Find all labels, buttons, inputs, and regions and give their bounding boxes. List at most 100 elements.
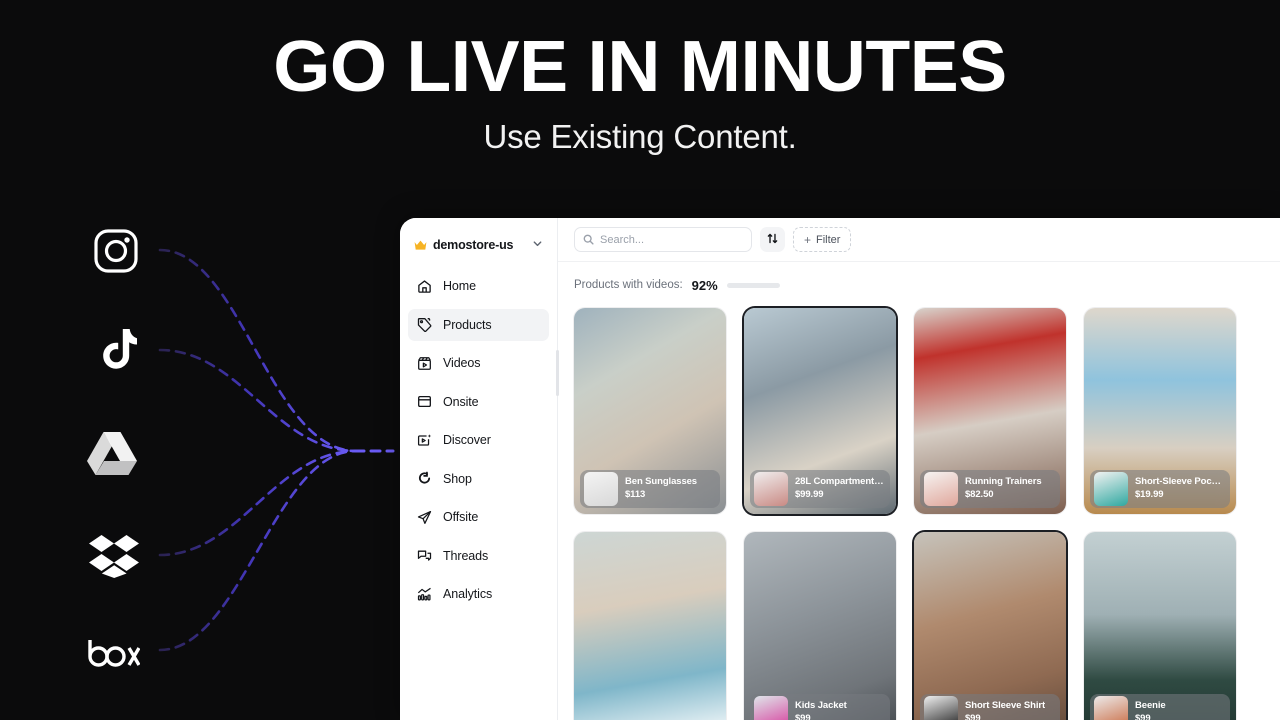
product-info-pill: Kids Jacket $99 (750, 694, 890, 720)
browser-window-icon (416, 393, 433, 410)
product-video-thumbnail (744, 532, 896, 720)
product-info-pill: Ben Sunglasses $113 (580, 470, 720, 508)
product-price: $99 (1135, 713, 1151, 720)
product-price: $19.99 (1135, 489, 1164, 500)
sidebar-label: Onsite (443, 394, 479, 409)
product-card[interactable]: Short Sleeve Shirt $99 (914, 532, 1066, 720)
filter-label: Filter (816, 233, 841, 246)
product-name: Ben Sunglasses (625, 476, 697, 488)
dropbox-icon (86, 528, 142, 584)
product-name: Kids Jacket (795, 700, 847, 712)
product-price: $113 (625, 489, 646, 500)
stats-value: 92% (691, 277, 718, 293)
product-card[interactable]: Kids Jacket $99 (744, 532, 896, 720)
hero-section: GO LIVE IN MINUTES Use Existing Content. (0, 0, 1280, 156)
product-name: Short Sleeve Shirt (965, 700, 1046, 712)
stats-label: Products with videos: (574, 279, 683, 291)
sidebar-item-shop[interactable]: Shop (408, 463, 549, 495)
product-card[interactable]: Running Trainers $82.50 (914, 308, 1066, 514)
analytics-icon (416, 586, 433, 603)
product-thumbnail (754, 696, 788, 720)
store-name: demostore-us (433, 238, 514, 252)
product-price: $99 (795, 713, 811, 720)
toolbar: Search... + Filter (558, 218, 1280, 262)
instagram-icon (88, 223, 144, 279)
product-card[interactable]: 28L Compartment Back...$99.99 (744, 308, 896, 514)
product-card[interactable]: Ben Sunglasses $113 (574, 308, 726, 514)
home-icon (416, 278, 433, 295)
sidebar-item-threads[interactable]: Threads (408, 540, 549, 572)
sidebar-label: Discover (443, 433, 491, 447)
paper-plane-icon (416, 509, 433, 526)
sidebar-item-onsite[interactable]: Onsite (408, 386, 549, 418)
product-grid: Ben Sunglasses$113 28L Compartment Back..… (574, 308, 1280, 720)
sidebar-item-products[interactable]: Products (408, 308, 549, 341)
sidebar-label: Analytics (443, 587, 493, 601)
sidebar-item-discover[interactable]: Discover (408, 424, 549, 456)
sidebar-item-home[interactable]: Home (408, 270, 549, 302)
tiktok-icon (88, 323, 144, 379)
tag-icon (416, 316, 433, 333)
progress-bar (726, 282, 780, 288)
box-icon (86, 625, 142, 681)
app-window: demostore-us Home Products Videos Onsite… (400, 218, 1280, 720)
product-card[interactable]: Short-Sleeve Pocket Sh...$19.99 (1084, 308, 1236, 514)
product-text: Ben Sunglasses $113 (625, 476, 697, 502)
scrollbar[interactable] (556, 350, 559, 396)
product-video-thumbnail (1084, 532, 1236, 720)
store-switcher[interactable]: demostore-us (408, 230, 549, 260)
search-icon (583, 234, 594, 245)
sidebar-label: Home (443, 279, 476, 293)
shopify-icon (416, 470, 433, 487)
product-info-pill: Short Sleeve Shirt $99 (920, 694, 1060, 720)
filter-button[interactable]: + Filter (793, 227, 852, 252)
promo-screenshot: GO LIVE IN MINUTES Use Existing Content. (0, 0, 1280, 720)
integrations-graphic (0, 180, 400, 720)
sidebar-label: Shop (443, 471, 472, 486)
product-name: Beenie (1135, 700, 1166, 712)
search-placeholder: Search... (600, 233, 645, 246)
hero-title: GO LIVE IN MINUTES (273, 27, 1007, 107)
product-thumbnail (1094, 696, 1128, 720)
product-name: Running Trainers (965, 476, 1042, 488)
product-info-pill: Running Trainers $82.50 (920, 470, 1060, 508)
stats-bar: Products with videos: 92% (558, 268, 1280, 302)
sidebar: demostore-us Home Products Videos Onsite… (400, 218, 558, 720)
google-drive-icon (84, 425, 140, 481)
chat-bubbles-icon (416, 547, 433, 564)
product-video-thumbnail (574, 532, 726, 720)
sparkle-video-icon (416, 432, 433, 449)
product-text: 28L Compartment Back...$99.99 (795, 476, 884, 502)
product-info-pill: 28L Compartment Back...$99.99 (750, 470, 890, 508)
product-card[interactable]: Beenie $99 (1084, 532, 1236, 720)
product-price: $99 (965, 713, 981, 720)
product-name: Short-Sleeve Pocket Sh... (1135, 476, 1224, 488)
product-text: Running Trainers $82.50 (965, 476, 1042, 502)
product-thumbnail (584, 472, 618, 506)
product-text: Beenie $99 (1135, 700, 1166, 720)
sidebar-item-videos[interactable]: Videos (408, 347, 549, 379)
product-info-pill: Short-Sleeve Pocket Sh...$19.99 (1090, 470, 1230, 508)
crown-icon (414, 240, 427, 251)
sort-button[interactable] (760, 227, 785, 252)
plus-icon: + (804, 232, 812, 247)
product-text: Short-Sleeve Pocket Sh...$19.99 (1135, 476, 1224, 502)
product-thumbnail (924, 696, 958, 720)
product-grid-wrap: Ben Sunglasses$113 28L Compartment Back..… (558, 302, 1280, 720)
product-text: Kids Jacket $99 (795, 700, 847, 720)
clapperboard-icon (416, 355, 433, 372)
product-thumbnail (1094, 472, 1128, 506)
product-card-partial[interactable] (574, 532, 726, 720)
sort-arrows-icon (767, 231, 778, 249)
sidebar-label: Videos (443, 356, 481, 370)
product-info-pill: Beenie $99 (1090, 694, 1230, 720)
sidebar-item-offsite[interactable]: Offsite (408, 501, 549, 533)
product-text: Short Sleeve Shirt $99 (965, 700, 1045, 720)
product-thumbnail (924, 472, 958, 506)
search-input[interactable]: Search... (574, 227, 752, 252)
product-price: $82.50 (965, 489, 994, 500)
sidebar-label: Offsite (443, 510, 479, 524)
chevron-down-icon[interactable] (532, 236, 543, 254)
sidebar-item-analytics[interactable]: Analytics (408, 578, 549, 610)
product-video-thumbnail (914, 532, 1066, 720)
